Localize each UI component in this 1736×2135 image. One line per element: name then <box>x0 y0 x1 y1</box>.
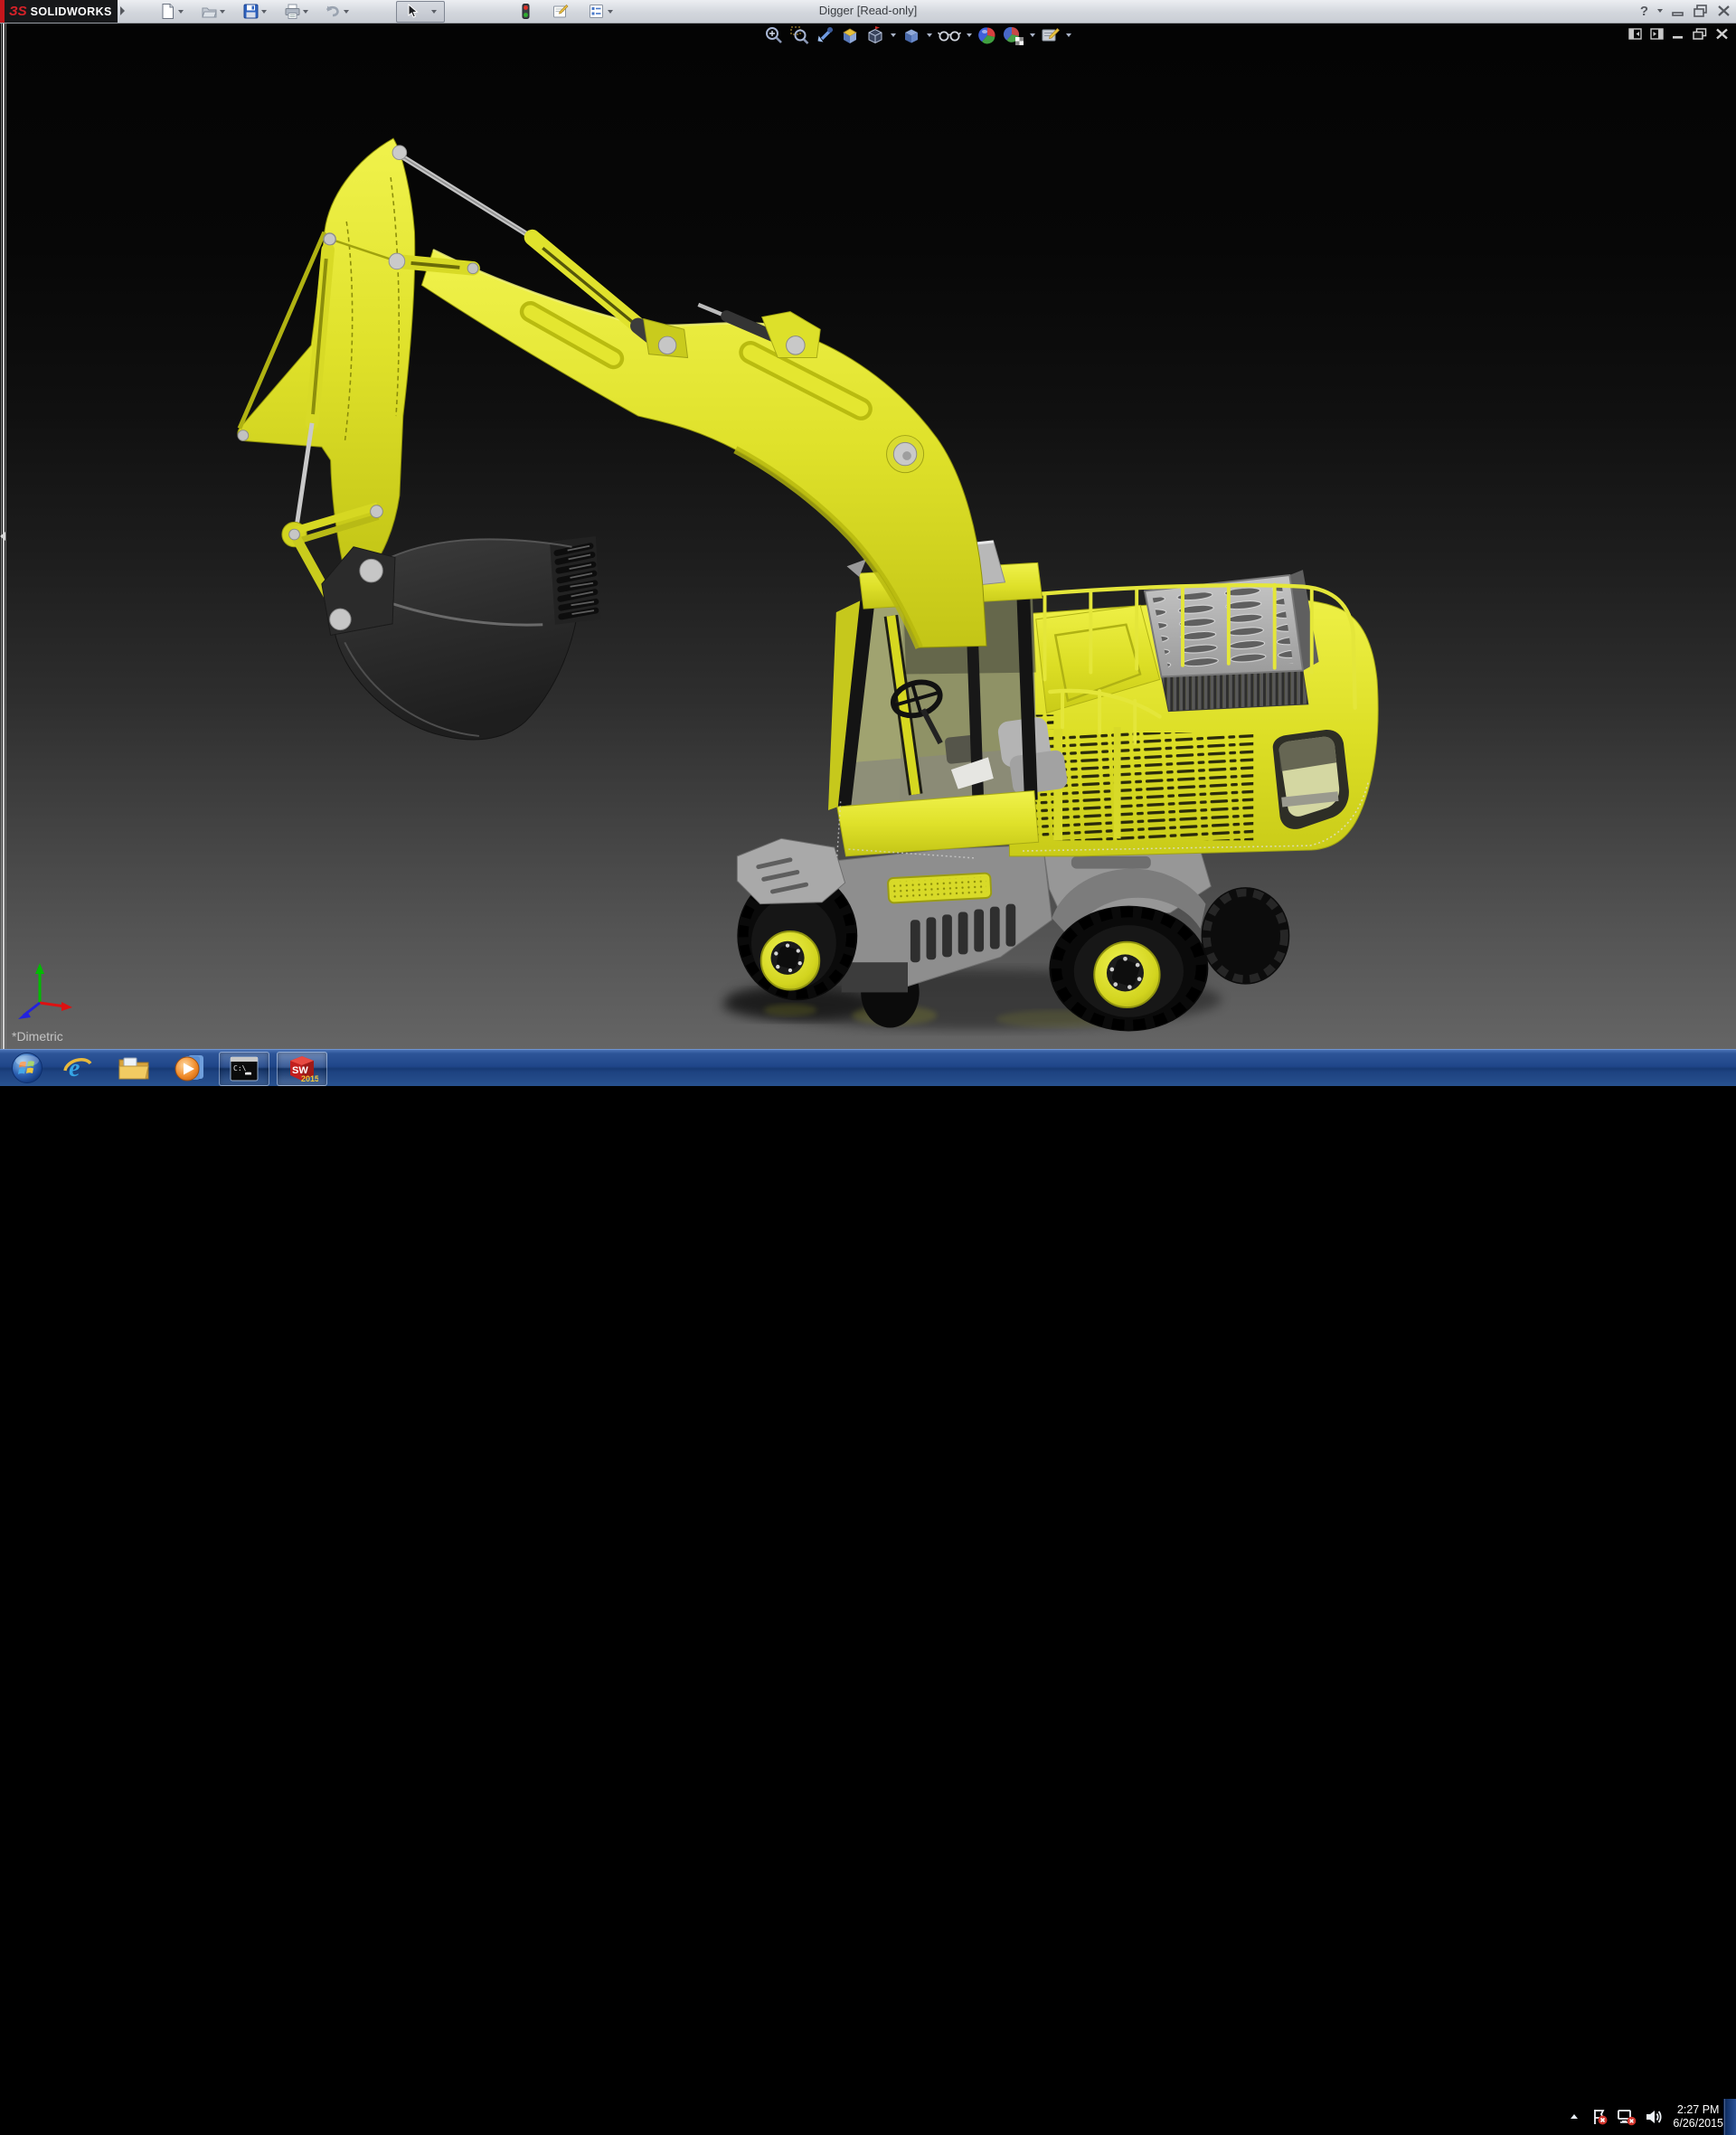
tray-date: 6/26/2015 <box>1673 2117 1723 2130</box>
taskbar-internet-explorer[interactable]: e <box>56 1052 99 1084</box>
machine-body <box>999 570 1378 856</box>
taskbar-windows-explorer[interactable] <box>112 1052 156 1084</box>
close-button[interactable] <box>1717 5 1731 17</box>
front-fender <box>737 838 844 903</box>
minimize-button[interactable] <box>1672 5 1684 16</box>
svg-text:2015: 2015 <box>301 1074 318 1083</box>
show-desktop-button[interactable] <box>1723 2099 1736 2135</box>
help-dropdown-icon[interactable] <box>1657 9 1663 13</box>
taskbar-command-prompt[interactable]: C:\_ <box>219 1052 269 1086</box>
x-axis-icon <box>61 1002 72 1011</box>
start-button[interactable] <box>7 1052 47 1084</box>
volume-icon[interactable] <box>1645 2108 1665 2126</box>
taskbar-media-player[interactable] <box>168 1052 212 1084</box>
rear-far-wheel <box>1202 887 1290 985</box>
clock[interactable]: 2:27 PM 6/26/2015 <box>1673 2103 1723 2130</box>
dipper-arm <box>238 138 478 569</box>
reference-triad <box>9 959 81 1025</box>
cab-step <box>888 873 992 902</box>
bucket <box>322 536 600 740</box>
system-tray: 2:27 PM 6/26/2015 <box>1566 2099 1723 2135</box>
view-orientation-label: *Dimetric <box>12 1029 63 1044</box>
restore-button[interactable] <box>1694 5 1708 17</box>
taskbar: e C:\_ <box>0 1049 1736 1086</box>
title-bar: ЗS SOLIDWORKS <box>0 0 1736 24</box>
svg-text:C:\_: C:\_ <box>233 1064 250 1072</box>
window-title: Digger [Read-only] <box>0 4 1736 17</box>
action-center-icon[interactable] <box>1590 2108 1609 2126</box>
show-hidden-icons-button[interactable] <box>1566 2110 1582 2124</box>
graphics-viewport[interactable]: *Dimetric <box>0 24 1736 1049</box>
help-button[interactable]: ? <box>1640 4 1648 19</box>
rear-wheel <box>1049 906 1208 1032</box>
tray-time: 2:27 PM <box>1673 2103 1723 2117</box>
taskbar-solidworks[interactable]: SW 2015 <box>277 1052 327 1086</box>
y-axis-icon <box>35 963 44 974</box>
digger-model[interactable] <box>0 24 1736 1049</box>
network-icon[interactable] <box>1617 2108 1637 2126</box>
